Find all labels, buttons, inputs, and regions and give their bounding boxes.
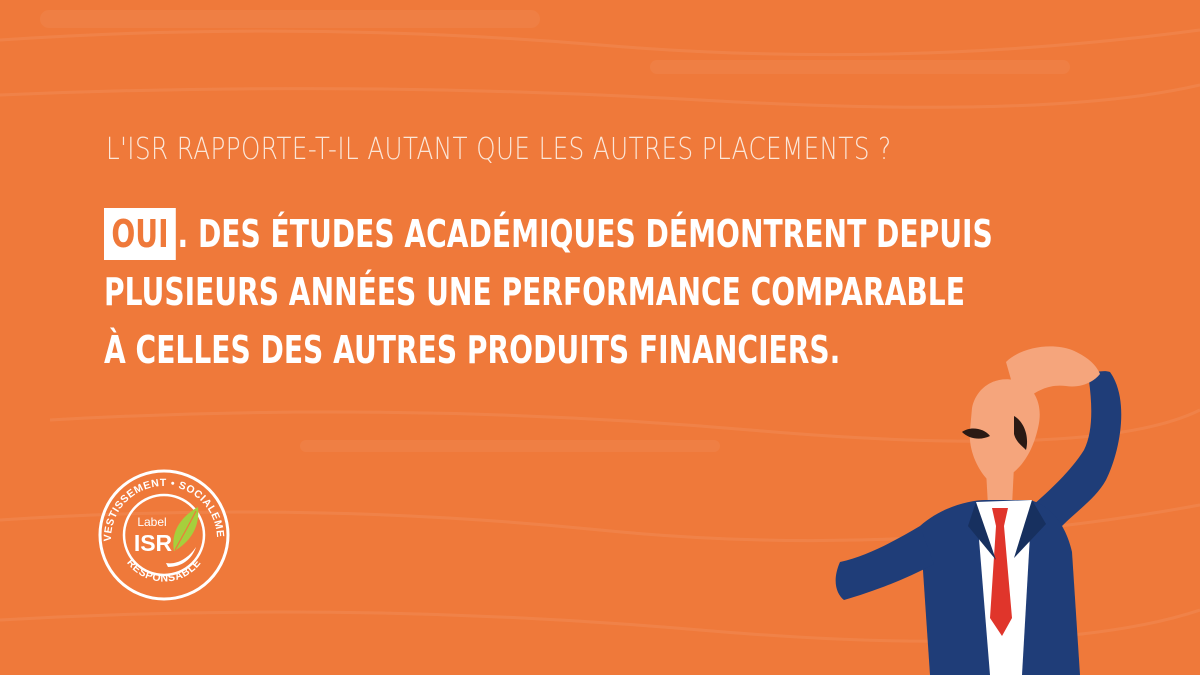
- logo-ring-bottom-text: RESPONSABLE: [124, 557, 203, 585]
- businessman-illustration: [835, 346, 1122, 675]
- answer-line-1: OUI. DES ÉTUDES ACADÉMIQUES DÉMONTRENT D…: [104, 205, 993, 263]
- oui-highlight: OUI: [104, 208, 177, 260]
- answer-line-2: PLUSIEURS ANNÉES UNE PERFORMANCE COMPARA…: [104, 270, 965, 314]
- label-isr-logo: INVESTISSEMENT • SOCIALEMENT RESPONSABLE…: [96, 467, 230, 601]
- svg-text:RESPONSABLE: RESPONSABLE: [124, 557, 203, 585]
- logo-label-small: Label: [137, 515, 166, 529]
- logo-label-big: ISR: [134, 530, 173, 556]
- answer-line-1-rest: . DES ÉTUDES ACADÉMIQUES DÉMONTRENT DEPU…: [177, 212, 993, 256]
- question-heading: L'ISR RAPPORTE-T-IL AUTANT QUE LES AUTRE…: [106, 132, 892, 167]
